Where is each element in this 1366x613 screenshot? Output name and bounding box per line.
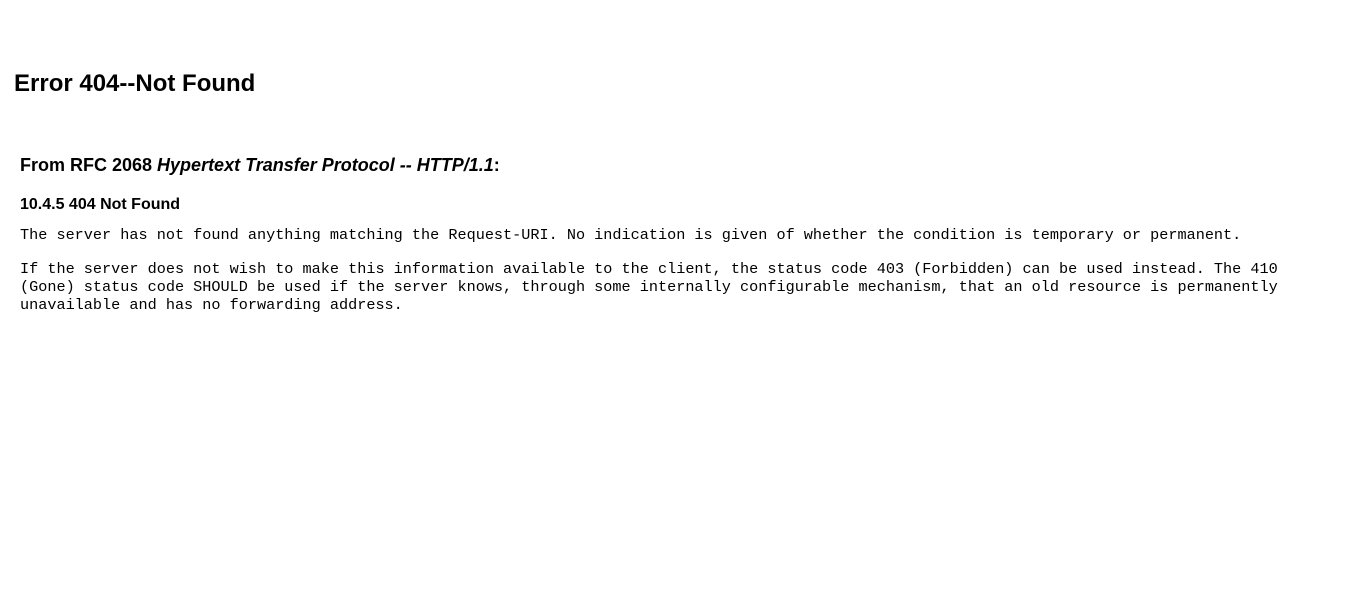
rfc-excerpt: From RFC 2068 Hypertext Transfer Protoco… xyxy=(20,154,1360,314)
rfc-citation-suffix: : xyxy=(493,155,500,175)
error-page: Error 404--Not Found From RFC 2068 Hyper… xyxy=(0,0,1366,613)
rfc-document-title: Hypertext Transfer Protocol -- HTTP/1.1 xyxy=(157,155,494,175)
page-title: Error 404--Not Found xyxy=(14,70,256,97)
paragraph-line: unavailable and has no forwarding addres… xyxy=(20,296,403,314)
guidance-paragraph: If the server does not wish to make this… xyxy=(20,260,1360,314)
paragraph-line: If the server does not wish to make this… xyxy=(20,260,1278,278)
paragraph-line: (Gone) status code SHOULD be used if the… xyxy=(20,278,1278,296)
section-heading: 10.4.5 404 Not Found xyxy=(20,196,181,213)
paragraph-line: The server has not found anything matchi… xyxy=(20,226,1242,244)
description-paragraph: The server has not found anything matchi… xyxy=(20,226,1360,244)
rfc-citation-heading: From RFC 2068 Hypertext Transfer Protoco… xyxy=(20,154,1360,176)
rfc-citation-prefix: From RFC 2068 xyxy=(20,155,158,175)
